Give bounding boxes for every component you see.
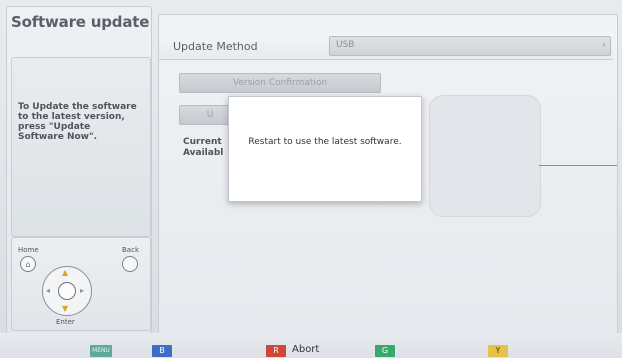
dialog-message: Restart to use the latest software. bbox=[248, 137, 402, 147]
remote-guide: Home Back ⌂ ▲ ▼ ◂ ▸ Enter bbox=[11, 237, 151, 331]
arrow-down-icon: ▼ bbox=[62, 304, 69, 313]
dpad-icon: ▲ ▼ ◂ ▸ bbox=[42, 266, 92, 316]
available-version-label: Availabl bbox=[183, 148, 224, 158]
sidebar: Software update To Update the software t… bbox=[6, 6, 152, 334]
background-decoration bbox=[429, 95, 541, 217]
abort-label: Abort bbox=[292, 344, 320, 355]
chevron-right-icon: › bbox=[602, 40, 606, 50]
update-method-value: USB bbox=[336, 40, 355, 50]
back-icon bbox=[122, 256, 138, 272]
arrow-right-icon: ▸ bbox=[80, 286, 85, 295]
enter-label: Enter bbox=[56, 318, 75, 326]
sidebar-title: Software update bbox=[11, 13, 150, 31]
green-key[interactable]: G bbox=[375, 345, 395, 357]
help-panel: To Update the software to the latest ver… bbox=[11, 57, 151, 237]
update-method-select[interactable]: USB › bbox=[329, 36, 611, 56]
back-label: Back bbox=[122, 246, 139, 254]
screen: Software update To Update the software t… bbox=[0, 0, 622, 358]
arrow-up-icon: ▲ bbox=[62, 268, 69, 277]
version-confirmation-button[interactable]: Version Confirmation bbox=[179, 73, 381, 93]
background-line bbox=[539, 165, 617, 166]
red-key[interactable]: R bbox=[266, 345, 286, 357]
color-key-bar: MENU B R Abort G Y bbox=[0, 333, 622, 358]
home-icon: ⌂ bbox=[20, 256, 36, 272]
current-version-label: Current bbox=[183, 137, 222, 147]
update-method-label: Update Method bbox=[173, 40, 258, 53]
yellow-key[interactable]: Y bbox=[488, 345, 508, 357]
menu-key-label: MENU bbox=[92, 347, 110, 354]
update-method-row[interactable]: Update Method USB › bbox=[159, 33, 613, 60]
menu-key[interactable]: MENU bbox=[90, 345, 112, 357]
restart-dialog[interactable]: Restart to use the latest software. bbox=[228, 96, 422, 202]
home-label: Home bbox=[18, 246, 39, 254]
enter-icon bbox=[58, 282, 76, 300]
help-text: To Update the software to the latest ver… bbox=[18, 102, 137, 142]
arrow-left-icon: ◂ bbox=[46, 286, 51, 295]
blue-key[interactable]: B bbox=[152, 345, 172, 357]
